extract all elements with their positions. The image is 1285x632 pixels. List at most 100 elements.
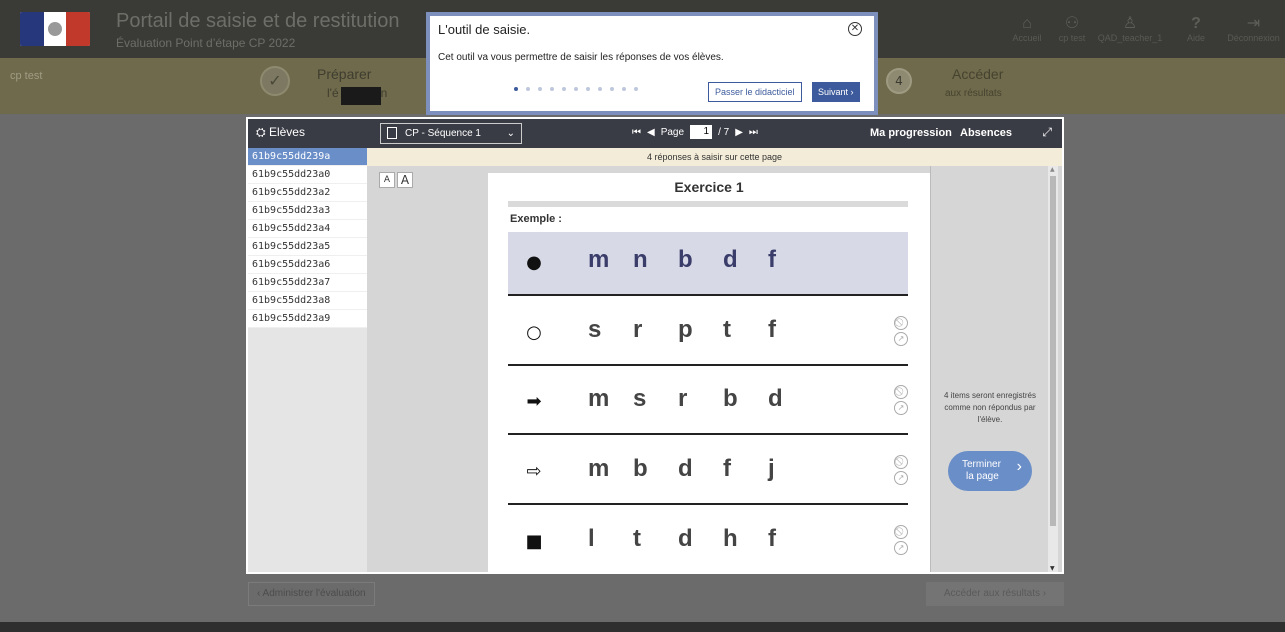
student-item[interactable]: 61b9c55dd239a: [248, 148, 367, 166]
letter-choices: ltdhf: [588, 525, 813, 553]
letter-choice[interactable]: d: [768, 385, 813, 413]
letter-choice[interactable]: f: [723, 455, 768, 483]
tutorial-title: L'outil de saisie.: [438, 22, 531, 37]
student-item[interactable]: 61b9c55dd23a6: [248, 256, 367, 274]
letter-choice[interactable]: s: [633, 385, 678, 413]
nav-class[interactable]: ⚇ cp test: [1048, 0, 1096, 58]
pagination-dot[interactable]: [550, 87, 554, 91]
no-answer-icon[interactable]: ⃠: [894, 455, 908, 469]
access-results-button[interactable]: Accéder aux résultats ›: [926, 582, 1064, 606]
home-icon: ⌂: [1022, 15, 1032, 32]
letter-choice[interactable]: r: [678, 385, 723, 413]
finish-page-button[interactable]: Terminer la page ›: [948, 451, 1032, 491]
close-icon[interactable]: ✕: [848, 22, 862, 36]
logout-icon: ⇥: [1246, 15, 1261, 32]
not-readable-icon[interactable]: ↗: [894, 541, 908, 555]
student-item[interactable]: 61b9c55dd23a0: [248, 166, 367, 184]
font-large-button[interactable]: A: [397, 172, 413, 188]
student-item[interactable]: 61b9c55dd23a9: [248, 310, 367, 328]
not-readable-icon[interactable]: ↗: [894, 401, 908, 415]
letter-choice[interactable]: f: [768, 525, 813, 553]
pagination-dot[interactable]: [574, 87, 578, 91]
help-icon: ?: [1191, 15, 1201, 32]
step-1-check[interactable]: ✓: [260, 66, 290, 96]
next-button[interactable]: Suivant ›: [812, 82, 860, 102]
expand-icon[interactable]: ⤢: [1042, 125, 1052, 140]
sequence-select[interactable]: CP - Séquence 1 ⌄: [380, 123, 522, 144]
letter-choice[interactable]: p: [678, 316, 723, 344]
letter-choice[interactable]: b: [723, 385, 768, 413]
no-answer-icon[interactable]: ⃠: [894, 525, 908, 539]
skip-tutorial-button[interactable]: Passer le didacticiel: [708, 82, 802, 102]
student-item[interactable]: 61b9c55dd23a3: [248, 202, 367, 220]
page-actions-panel: 4 items seront enregistrés comme non rép…: [930, 166, 1048, 572]
not-readable-icon[interactable]: ↗: [894, 471, 908, 485]
student-item[interactable]: 61b9c55dd23a2: [248, 184, 367, 202]
student-item[interactable]: 61b9c55dd23a4: [248, 220, 367, 238]
letter-choice[interactable]: r: [633, 316, 678, 344]
student-item[interactable]: 61b9c55dd23a7: [248, 274, 367, 292]
student-item[interactable]: 61b9c55dd23a8: [248, 292, 367, 310]
unanswered-info: 4 items seront enregistrés comme non rép…: [943, 391, 1037, 424]
step-1-subtitle-end: n: [380, 86, 388, 100]
letter-choices: msrbd: [588, 385, 813, 413]
last-page-icon[interactable]: ⏭: [749, 127, 758, 138]
scroll-down-icon[interactable]: ▼: [1050, 565, 1055, 572]
administer-evaluation-button[interactable]: ‹ Administrer l'évaluation: [248, 582, 375, 606]
pagination-dot[interactable]: [598, 87, 602, 91]
pagination-dot[interactable]: [610, 87, 614, 91]
no-answer-icon[interactable]: ⃠: [894, 316, 908, 330]
letter-choice[interactable]: l: [588, 525, 633, 553]
previous-page-icon[interactable]: ◀: [647, 127, 655, 138]
app-subtitle: Évaluation Point d’étape CP 2022: [116, 36, 296, 50]
pagination-dot[interactable]: [586, 87, 590, 91]
pagination-dot[interactable]: [634, 87, 638, 91]
next-page-icon[interactable]: ▶: [735, 127, 743, 138]
my-progress-link[interactable]: Ma progression: [870, 127, 952, 139]
absences-link[interactable]: Absences: [960, 127, 1012, 139]
letter-choice[interactable]: d: [678, 525, 723, 553]
letter-choice[interactable]: m: [588, 455, 633, 483]
nav-help[interactable]: ? Aide: [1174, 0, 1218, 58]
page-number-input[interactable]: 1: [690, 125, 713, 139]
step-1-title[interactable]: Préparer: [317, 66, 371, 82]
scrollbar[interactable]: ▲ ▼: [1048, 166, 1058, 572]
nav-logout-label: Déconnexion: [1227, 33, 1280, 43]
scrollbar-thumb[interactable]: [1050, 176, 1056, 526]
pagination-dot[interactable]: [538, 87, 542, 91]
letter-choice[interactable]: h: [723, 525, 768, 553]
entry-toolbar: ⛭ Elèves CP - Séquence 1 ⌄ ⏮ ◀ Page 1 / …: [248, 119, 1062, 148]
pagination-dot[interactable]: [622, 87, 626, 91]
letter-choice[interactable]: m: [588, 385, 633, 413]
pagination-dot[interactable]: [526, 87, 530, 91]
nav-user[interactable]: ♙ QAD_teacher_1: [1094, 0, 1166, 58]
step-4-number[interactable]: 4: [886, 68, 912, 94]
page-prefix: Page: [660, 126, 685, 138]
letter-choice[interactable]: b: [633, 455, 678, 483]
pagination-dot[interactable]: [514, 87, 518, 91]
student-item[interactable]: 61b9c55dd23a5: [248, 238, 367, 256]
answer-row: ➡msrbd⃠↗: [508, 371, 908, 435]
letter-choice[interactable]: s: [588, 316, 633, 344]
scroll-up-icon[interactable]: ▲: [1050, 166, 1055, 173]
letter-choices: srptf: [588, 316, 813, 344]
tutorial-popup: L'outil de saisie. ✕ Cet outil va vous p…: [426, 12, 878, 115]
no-answer-icon[interactable]: ⃠: [894, 385, 908, 399]
first-page-icon[interactable]: ⏮: [632, 127, 641, 138]
nav-logout[interactable]: ⇥ Déconnexion: [1222, 0, 1285, 58]
not-readable-icon[interactable]: ↗: [894, 332, 908, 346]
nav-help-label: Aide: [1186, 33, 1205, 43]
pagination-dot[interactable]: [562, 87, 566, 91]
exercise-title: Exercice 1: [674, 179, 744, 195]
nav-home-label: Accueil: [1012, 33, 1042, 43]
font-small-button[interactable]: A: [379, 172, 395, 188]
filled-circle-icon: ●: [526, 252, 542, 273]
letter-choice[interactable]: j: [768, 455, 813, 483]
letter-choice[interactable]: t: [723, 316, 768, 344]
step-4-title[interactable]: Accéder: [952, 66, 1003, 82]
letter-choice: b: [678, 246, 693, 273]
letter-choice[interactable]: d: [678, 455, 723, 483]
footer: [0, 622, 1285, 632]
letter-choice[interactable]: t: [633, 525, 678, 553]
letter-choice[interactable]: f: [768, 316, 813, 344]
